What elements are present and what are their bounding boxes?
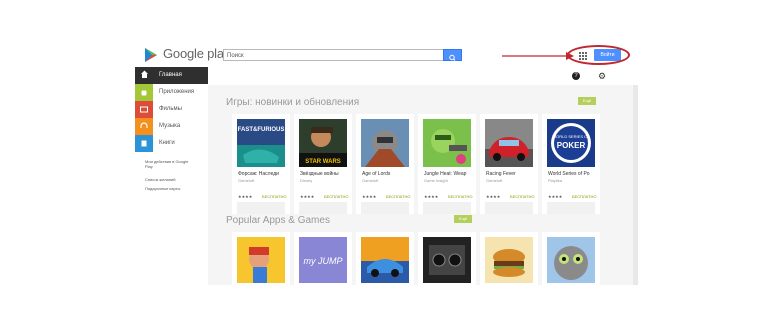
app-thumbnail [423,119,471,167]
app-thumbnail [485,237,533,283]
gear-icon[interactable]: ⚙ [598,71,606,81]
section-title-popular: Popular Apps & Games [226,215,330,226]
annotation-arrow [502,52,574,60]
app-rating: ★★★★ [238,194,253,199]
app-card[interactable]: Jungle Heat: Weap Game Insight ★★★★ БЕСП… [418,114,476,214]
app-card[interactable]: my JUMP [294,232,352,285]
headphones-icon [135,118,153,135]
app-rating: ★★★★ [362,194,377,199]
fast-furious-logo: FAST&FURIOUS [238,127,285,133]
app-thumbnail [237,237,285,283]
card-footer [547,202,595,214]
annotation-circle [567,45,630,65]
sidebar-item-label: Главная [159,72,182,78]
app-thumbnail [361,237,409,283]
app-rating: ★★★★ [548,194,563,199]
app-card[interactable] [418,232,476,285]
app-thumbnail [485,119,533,167]
app-name: Racing Fever [486,171,516,177]
help-icon[interactable]: ? [572,72,580,80]
book-icon [135,135,153,152]
app-card[interactable] [232,232,290,285]
main-content: Игры: новинки и обновления Ещё FAST&FURI… [208,85,633,285]
app-card[interactable]: STAR WARS Звёздные войны Disney ★★★★ БЕС… [294,114,352,214]
app-price: БЕСПЛАТНО [448,194,473,199]
sidebar-item-books[interactable]: Книги [135,135,208,152]
browser-screenshot: Google play Поиск Войти ? ⚙ Главная Прил… [135,42,638,285]
app-developer: Gameloft [238,178,255,183]
app-developer: Gameloft [362,178,379,183]
app-price: БЕСПЛАТНО [324,194,349,199]
search-icon [449,54,456,61]
sidebar-item-music[interactable]: Музыка [135,118,208,135]
app-thumbnail [361,119,409,167]
app-thumbnail: my JUMP [299,237,347,283]
app-thumbnail: WORLD SERIES OF POKER [547,119,595,167]
sidebar-item-label: Книги [159,140,175,146]
sidebar-item-movies[interactable]: Фильмы [135,101,208,118]
search-button[interactable] [443,49,462,61]
google-play-logo[interactable]: Google play [143,46,230,63]
star-wars-logo: STAR WARS [305,159,341,165]
app-card[interactable]: Racing Fever Gameloft ★★★★ БЕСПЛАТНО [480,114,538,214]
app-thumbnail [547,237,595,283]
wsop-text: WORLD SERIES OF [552,134,590,139]
app-card[interactable]: WORLD SERIES OF POKER World Series of Po… [542,114,600,214]
app-developer: Game Insight [424,178,448,183]
app-thumbnail: FAST&FURIOUS [237,119,285,167]
sidebar-item-apps[interactable]: Приложения [135,84,208,101]
app-card[interactable] [542,232,600,285]
sidebar: Главная Приложения Фильмы Музыка Книги М… [135,67,208,285]
app-price: БЕСПЛАТНО [572,194,597,199]
app-rating: ★★★★ [486,194,501,199]
app-rating: ★★★★ [300,194,315,199]
app-card[interactable] [356,232,414,285]
sub-toolbar: ? ⚙ [208,67,638,85]
app-developer: Gameloft [486,178,503,183]
app-name: Форсаж: Наследи [238,171,279,177]
wishlist-link[interactable]: Список желаний [145,177,205,182]
more-button[interactable]: Ещё [454,215,472,223]
scrollbar[interactable] [633,85,638,285]
sidebar-item-label: Приложения [159,89,195,95]
app-price: БЕСПЛАТНО [510,194,535,199]
google-play-logo-icon [145,48,157,62]
app-name: Звёздные войны [300,171,339,177]
gift-cards-link[interactable]: Подарочные карты [145,186,205,191]
sidebar-item-label: Фильмы [159,106,182,112]
card-footer [361,202,409,214]
section-title-new-games: Игры: новинки и обновления [226,97,360,108]
app-developer: Playtika [548,178,563,183]
app-name: Age of Lords [362,171,391,177]
app-name: World Series of Po [548,171,590,177]
app-name: Jungle Heat: Weap [424,171,467,177]
card-footer [299,202,347,214]
app-thumbnail: STAR WARS [299,119,347,167]
card-footer [485,202,533,214]
home-icon [135,67,153,84]
card-footer [423,202,471,214]
app-price: БЕСПЛАТНО [386,194,411,199]
jump-logo: my JUMP [304,256,343,266]
app-developer: Disney [300,178,313,183]
more-button[interactable]: Ещё [578,97,596,105]
android-icon [135,84,153,101]
film-icon [135,101,153,118]
app-card[interactable] [480,232,538,285]
poker-text: POKER [557,141,586,150]
app-price: БЕСПЛАТНО [262,194,287,199]
sidebar-item-home[interactable]: Главная [135,67,208,84]
sidebar-item-label: Музыка [159,123,181,129]
app-rating: ★★★★ [424,194,439,199]
brand-text: Google play [163,46,231,61]
app-thumbnail [423,237,471,283]
my-activity-link[interactable]: Мои действия в Google Play [145,159,189,169]
card-footer [237,202,285,214]
app-card[interactable]: Age of Lords Gameloft ★★★★ БЕСПЛАТНО [356,114,414,214]
search-input[interactable]: Поиск [223,49,462,61]
app-card[interactable]: FAST&FURIOUS Форсаж: Наследи Gameloft ★★… [232,114,290,214]
